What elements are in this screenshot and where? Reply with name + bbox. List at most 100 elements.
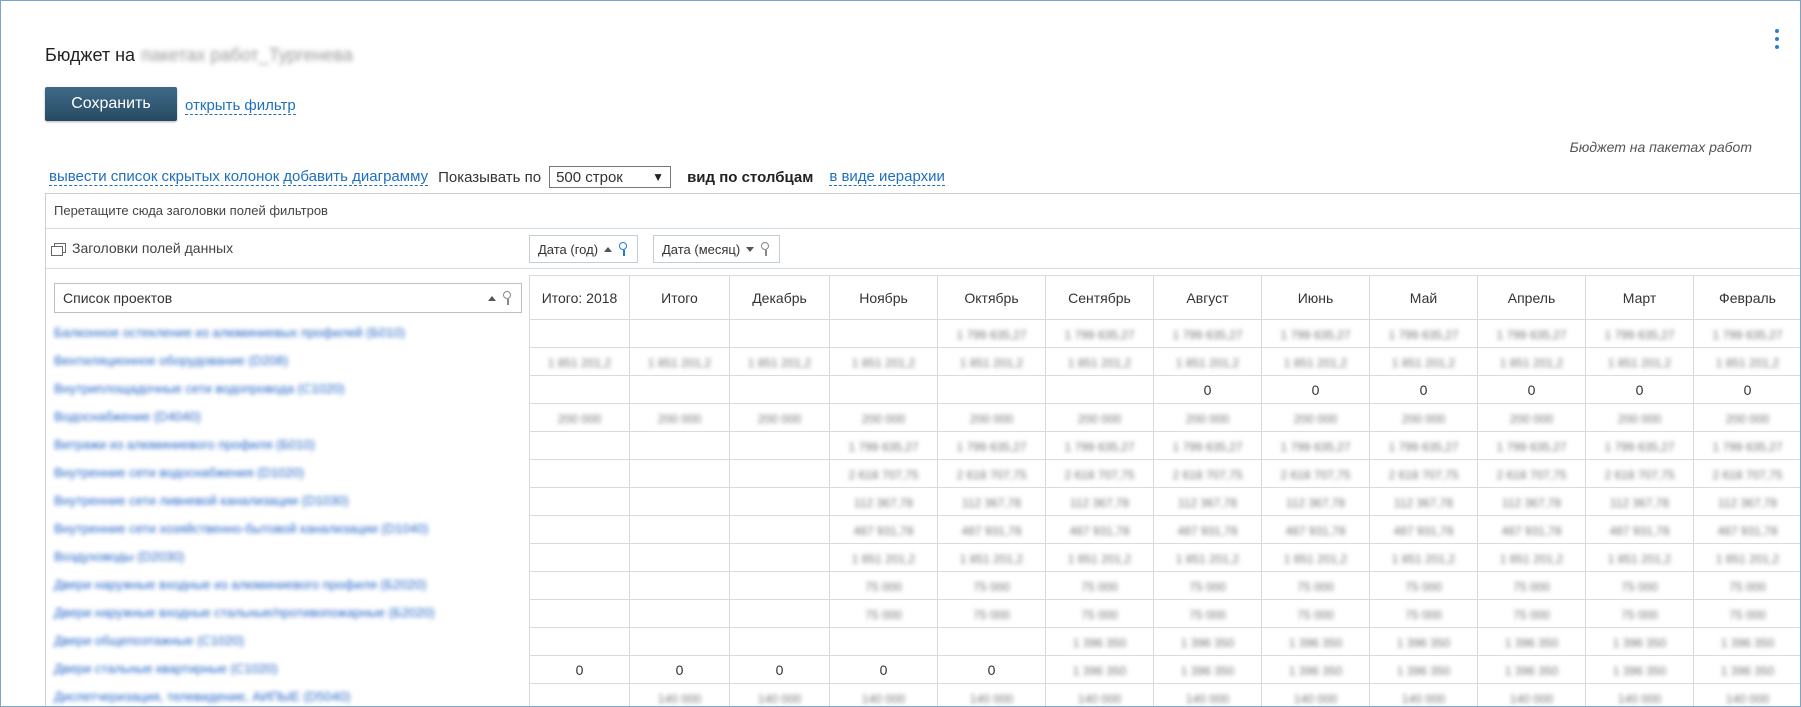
project-link[interactable]: Двери наружные входные из алюминиевого п…	[54, 577, 426, 592]
cell-value: 1 851 201,2	[1391, 355, 1456, 370]
data-cell	[529, 599, 630, 628]
cell-value: 1 851 201,2	[1067, 551, 1132, 566]
cell-value: 1 851 201,2	[1283, 551, 1348, 566]
cell-value: 75 000	[1621, 607, 1658, 622]
cell-value: 1 396 350	[1396, 635, 1451, 650]
data-cell: 1 851 201,2	[1261, 347, 1370, 376]
cell-value: 2 618 707,75	[848, 467, 919, 482]
project-link[interactable]: Внутренние сети хозяйственно-бытовой кан…	[54, 521, 428, 536]
project-link[interactable]: Балконное остекление из алюминиевых проф…	[54, 325, 405, 340]
filter-active-icon[interactable]	[618, 242, 629, 256]
column-header[interactable]: Май	[1369, 275, 1478, 320]
show-hidden-columns-link[interactable]: вывести список скрытых колонок	[49, 168, 280, 186]
projects-field-header[interactable]: Список проектов	[54, 283, 522, 313]
column-header[interactable]: Февраль	[1693, 275, 1800, 320]
cell-value: 140 000	[1725, 691, 1770, 706]
column-header[interactable]: Декабрь	[729, 275, 830, 320]
filter-drop-zone[interactable]: Перетащите сюда заголовки полей фильтров	[46, 194, 1800, 229]
cell-value: 0	[1203, 381, 1212, 398]
project-link[interactable]: Водоснабжение (D4040)	[54, 409, 201, 424]
project-link[interactable]: Двери наружные входные стальные/противоп…	[54, 605, 435, 620]
cell-value: 487 931,78	[961, 523, 1022, 538]
data-cell: 1 799 635,27	[1261, 431, 1370, 460]
data-cell	[937, 375, 1046, 404]
column-header[interactable]: Октябрь	[937, 275, 1046, 320]
cell-value: 1 851 201,2	[1283, 355, 1348, 370]
cell-value: 1 799 635,27	[1064, 327, 1135, 342]
data-cell	[729, 599, 830, 628]
data-cell: 140 000	[1045, 683, 1154, 706]
cell-value: 200 000	[657, 411, 702, 426]
cell-value: 1 396 350	[1396, 663, 1451, 678]
column-header[interactable]: Итого: 2018	[529, 275, 630, 320]
project-link[interactable]: Диспетчеризация, телевидение, АИПЫЕ (D50…	[54, 689, 350, 704]
data-cell: 75 000	[829, 599, 938, 628]
cell-value: 1 851 201,2	[1175, 355, 1240, 370]
data-cell: 1 851 201,2	[1369, 543, 1478, 572]
data-cell: 200 000	[1693, 403, 1800, 432]
project-link[interactable]: Двери стальные квартирные (C1020)	[54, 661, 278, 676]
project-link[interactable]: Витражи из алюминиевого профиля (Б010)	[54, 437, 315, 452]
sort-desc-icon[interactable]	[746, 246, 755, 252]
data-cell: 1 396 350	[1261, 655, 1370, 684]
column-header[interactable]: Сентябрь	[1045, 275, 1154, 320]
cell-value: 1 799 635,27	[1712, 439, 1783, 454]
cell-value: 75 000	[1513, 607, 1550, 622]
data-cell: 0	[629, 655, 730, 684]
project-link[interactable]: Двери общепоэтажные (C1020)	[54, 633, 244, 648]
field-date-month[interactable]: Дата (месяц)	[653, 235, 781, 263]
open-filter-link[interactable]: открыть фильтр	[185, 97, 296, 115]
cell-value: 1 799 635,27	[1604, 439, 1675, 454]
field-date-year[interactable]: Дата (год)	[529, 235, 639, 263]
filter-icon[interactable]	[760, 242, 771, 256]
data-cell: 1 799 635,27	[1045, 319, 1154, 348]
data-cell	[729, 375, 830, 404]
data-cell: 200 000	[729, 403, 830, 432]
cell-value: 140 000	[1401, 691, 1446, 706]
data-cell: 140 000	[1153, 683, 1262, 706]
page-title-project: пакетах работ_Тургенева	[141, 45, 353, 65]
column-header[interactable]: Итого	[629, 275, 730, 320]
data-cell: 487 931,78	[1477, 515, 1586, 544]
more-menu-icon[interactable]	[1773, 29, 1781, 49]
sort-asc-icon[interactable]	[604, 246, 613, 252]
cell-value: 0	[1527, 381, 1536, 398]
report-caption: Бюджет на пакетах работ	[1569, 139, 1752, 155]
data-cell: 200 000	[1153, 403, 1262, 432]
data-cell: 487 931,78	[937, 515, 1046, 544]
column-header[interactable]: Ноябрь	[829, 275, 938, 320]
data-cell: 75 000	[1477, 599, 1586, 628]
table-row: 0 0 0 0 0 1 396 350 1 396 350 1 396 350 1 396 35…	[529, 655, 1800, 684]
data-cell: 140 000	[1585, 683, 1694, 706]
cell-value: 200 000	[757, 411, 802, 426]
data-cell: 1 396 350	[1369, 627, 1478, 656]
project-link[interactable]: Вентиляционное оборудование (D208)	[54, 353, 288, 368]
cell-value: 487 931,78	[1285, 523, 1346, 538]
cell-value: 200 000	[1293, 411, 1338, 426]
column-header[interactable]: Апрель	[1477, 275, 1586, 320]
project-link[interactable]: Воздуховоды (D2030)	[54, 549, 184, 564]
add-chart-link[interactable]: добавить диаграмму	[283, 168, 429, 186]
pivot-toolbar: вывести список скрытых колонок добавить …	[49, 165, 945, 189]
column-header[interactable]: Июнь	[1261, 275, 1370, 320]
sort-asc-icon[interactable]	[488, 295, 496, 301]
project-link[interactable]: Внутренние сети ливневой канализации (D1…	[54, 493, 349, 508]
project-row: Двери наружные входные из алюминиевого п…	[46, 571, 526, 599]
project-row: Двери стальные квартирные (C1020)	[46, 655, 526, 683]
table-row: 75 000 75 000 75 000 75 000 75 000 75 000 75 0…	[529, 571, 1800, 600]
project-link[interactable]: Внутренние сети водоснабжения (D1020)	[54, 465, 304, 480]
rows-count-select[interactable]: 500 строк ▼	[549, 166, 672, 188]
cell-value: 1 799 635,27	[1280, 439, 1351, 454]
column-header[interactable]: Март	[1585, 275, 1694, 320]
view-hierarchy-link[interactable]: в виде иерархии	[829, 168, 945, 186]
save-button[interactable]: Сохранить	[45, 87, 177, 121]
table-row: 1 396 350 1 396 350 1 396 350 1 396 350 1 39…	[529, 627, 1800, 656]
cell-value: 200 000	[557, 411, 602, 426]
data-cell: 140 000	[1261, 683, 1370, 706]
data-cell	[1045, 375, 1154, 404]
column-header[interactable]: Август	[1153, 275, 1262, 320]
table-row: 75 000 75 000 75 000 75 000 75 000 75 000 75 0…	[529, 599, 1800, 628]
data-cell	[629, 627, 730, 656]
project-link[interactable]: Внутриплощадочные сети водопровода (C102…	[54, 381, 345, 396]
filter-icon[interactable]	[502, 291, 513, 305]
